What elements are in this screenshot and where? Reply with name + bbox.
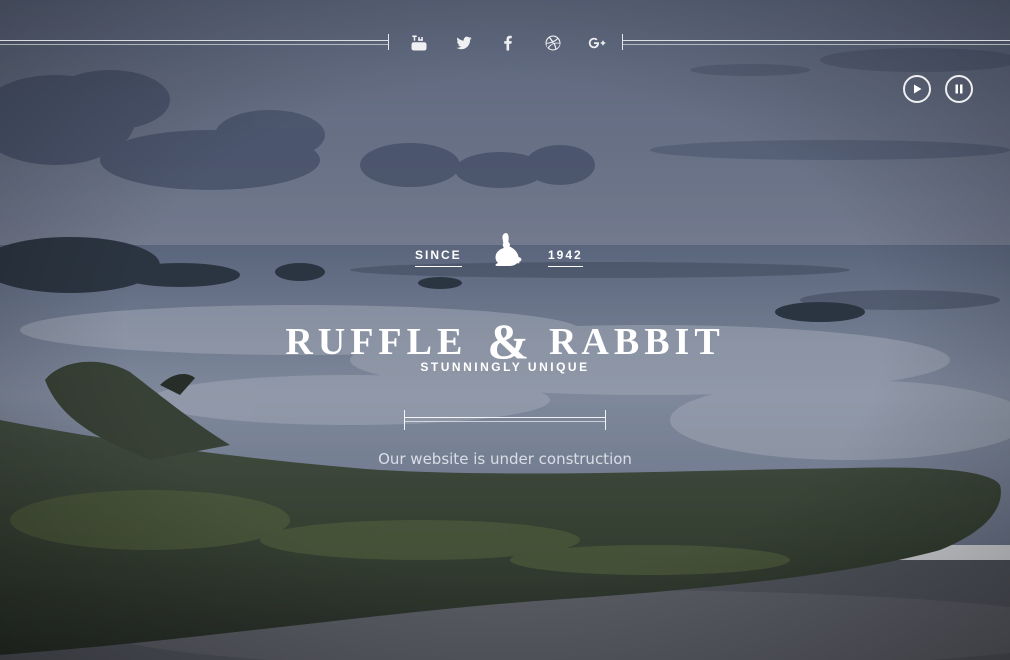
google-plus-icon xyxy=(588,37,606,49)
brand-wordmark: RUFFLE & RABBIT xyxy=(0,308,1010,369)
youtube-icon xyxy=(411,35,427,51)
since-label: SINCE xyxy=(415,248,462,267)
header-rule-left-cap xyxy=(388,34,389,50)
pause-button[interactable] xyxy=(945,75,973,103)
header-rule-left xyxy=(0,40,388,45)
google-plus-link[interactable] xyxy=(586,32,608,54)
since-year: 1942 xyxy=(548,248,583,267)
since-row: SINCE 1942 xyxy=(0,232,1010,272)
facebook-icon xyxy=(504,35,512,51)
play-button[interactable] xyxy=(903,75,931,103)
ornamental-divider xyxy=(404,410,606,430)
header-rule-right-cap xyxy=(622,34,623,50)
header-rule-right xyxy=(623,40,1010,45)
social-links xyxy=(408,30,608,56)
pause-icon xyxy=(955,84,963,94)
background-video-controls xyxy=(903,75,973,103)
brand-name-right: RABBIT xyxy=(548,321,725,364)
dribbble-link[interactable] xyxy=(542,32,564,54)
twitter-icon xyxy=(456,36,472,50)
under-construction-message: Our website is under construction xyxy=(378,450,632,468)
rabbit-logo-icon xyxy=(488,232,524,270)
twitter-link[interactable] xyxy=(453,32,475,54)
brand-name-left: RUFFLE xyxy=(285,321,468,364)
play-icon xyxy=(914,84,922,94)
tagline: STUNNINGLY UNIQUE xyxy=(420,360,590,374)
facebook-link[interactable] xyxy=(497,32,519,54)
youtube-link[interactable] xyxy=(408,32,430,54)
dribbble-icon xyxy=(545,35,560,51)
